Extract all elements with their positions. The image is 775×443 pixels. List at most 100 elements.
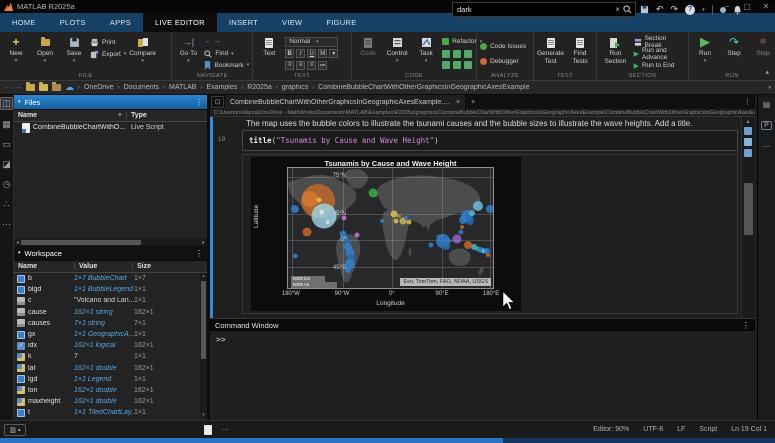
text-style-dropdown[interactable]: Normal▾ [285,37,338,47]
code-tool-icon[interactable] [464,50,472,58]
tab-figure[interactable]: FIGURE [314,13,368,32]
workspace-menu-icon[interactable]: ⋮ [195,249,203,258]
tsunami-bubble[interactable] [442,242,450,250]
code-block[interactable]: title("Tsunamis by Cause and Wave Height… [242,130,738,151]
search-input[interactable] [453,5,612,14]
more-panels-icon[interactable]: ⋯ [2,219,11,230]
text-button[interactable]: Text [256,34,282,70]
align-right-button[interactable]: ≡ [307,61,316,70]
files-panel-header[interactable]: ▾ Files ⋮ [14,95,207,109]
task-button[interactable]: Task▾ [413,34,439,70]
run-section-button[interactable]: Run Section [600,34,631,70]
save-icon[interactable] [640,5,649,14]
print-button[interactable]: Print [90,37,126,47]
browse-folder-icon[interactable] [52,84,61,91]
document-bar-icon[interactable]: ⊡ [211,96,224,108]
back-icon[interactable]: ← [204,38,211,45]
status-more-icon[interactable]: ⋯ [222,426,229,434]
tsunami-bubble[interactable] [316,198,321,203]
close-button[interactable]: ✕ [757,0,775,13]
align-center-button[interactable]: ≡ [296,61,305,70]
workspace-row-lgd[interactable]: lgd1×1 Legend1×1 [14,374,207,385]
search-icon[interactable] [623,5,632,14]
ws-col-name[interactable]: Name [14,263,74,270]
workspace-row-gx[interactable]: gx1×1 GeographicA...1×1 [14,329,207,340]
help-dropdown-icon[interactable]: ▾ [702,7,705,13]
hscroll-thumb[interactable] [21,240,141,245]
tsunami-bubble[interactable] [397,214,401,218]
clear-search-icon[interactable]: × [612,5,623,14]
align-left-button[interactable]: ≡ [285,61,294,70]
ws-col-value[interactable]: Value [74,263,132,270]
collapse-ribbon-icon[interactable]: ▴ [766,68,770,76]
workspace-panel-icon[interactable]: ▦ [2,119,11,130]
tsunami-bubble[interactable] [428,242,433,247]
file-row[interactable]: CombineBubbleChartWithO... Live Script [14,122,207,133]
scroll-left-icon[interactable]: ◂ [14,239,21,246]
address-dropdown-icon[interactable]: ▾ [768,85,771,91]
panel-layout-toggle[interactable]: ▥▴ [4,424,26,436]
workspace-row-t[interactable]: t1×1 TiledChartLay...1×1 [14,407,207,418]
editor-tab[interactable]: CombineBubbleChartWithOtherGraphicsInGeo… [225,95,465,109]
collapse-files-icon[interactable]: ▾ [18,99,21,105]
bookmark-button[interactable]: Bookmark▾ [204,60,249,70]
debugger-button[interactable]: Debugger [480,56,526,66]
nav-history-buttons[interactable]: ←→ [204,37,249,47]
tsunami-bubble[interactable] [459,216,467,224]
code-button[interactable]: Code [355,34,381,70]
new-folder-icon[interactable] [26,84,35,91]
goto-button[interactable]: →|Go To▾ [175,34,201,70]
tab-apps[interactable]: APPS [98,13,143,32]
command-window[interactable]: >> [210,331,755,420]
variable-panel-icon[interactable]: ◪ [2,159,11,170]
files-panel-icon[interactable]: ◫ [0,97,13,110]
files-menu-icon[interactable]: ⋮ [195,98,203,107]
workspace-row-blgd[interactable]: blgd1×1 BubbleLegend1×1 [14,284,207,295]
list-button[interactable]: ≔ [318,61,327,70]
open-button[interactable]: Open▾ [32,34,58,70]
profiler-panel-icon[interactable]: P [761,121,772,130]
code-tool-icon[interactable] [453,50,461,58]
figure-output[interactable]: Tsunamis by Cause and Wave Height Latitu… [251,157,521,311]
find-button[interactable]: Find▾ [204,49,249,59]
undo-icon[interactable]: ↶ [656,4,664,15]
code-tool-icon[interactable] [442,61,450,69]
help-icon[interactable]: ? [685,5,695,15]
vscroll-thumb[interactable] [201,281,206,359]
find-tests-button[interactable]: Find Tests [567,34,593,70]
tsunami-bubble[interactable] [486,253,490,257]
tsunami-bubble[interactable] [453,234,462,243]
forward-icon[interactable]: → [15,84,22,91]
monospace-button[interactable]: M [318,49,327,58]
projects-panel-icon[interactable]: ∴ [4,199,10,210]
tsunami-bubble[interactable] [291,205,299,213]
tsunami-bubble[interactable] [466,217,474,225]
tsunami-bubble[interactable] [355,232,360,237]
workspace-vscrollbar[interactable]: ▴ ▾ [200,273,207,418]
text-color-button[interactable]: ▾ [329,49,338,58]
section-break-button[interactable]: Section Break [634,37,685,47]
history-panel-icon[interactable]: ◷ [3,179,11,190]
breadcrumb-item[interactable]: R2025a [247,84,272,91]
forward-icon[interactable]: → [214,38,221,45]
breadcrumb-item[interactable]: MATLAB [169,84,197,91]
bold-button[interactable]: B [285,49,294,58]
breadcrumb-item[interactable]: Examples [206,84,237,91]
code-tool-icon[interactable] [453,61,461,69]
output-marker-icon[interactable] [744,149,752,157]
scroll-right-icon[interactable]: ▸ [200,239,207,246]
panel-box-icon[interactable]: ▭ [2,139,11,150]
tsunami-bubble[interactable] [394,219,399,224]
parent-folder-icon[interactable] [39,84,48,91]
tsunami-bubble[interactable] [326,220,330,224]
tsunami-bubble[interactable] [473,201,483,211]
tsunami-bubble[interactable] [292,253,297,258]
new-tab-button[interactable]: + [465,95,481,109]
scroll-down-icon[interactable]: ▾ [200,412,207,418]
breadcrumb-item[interactable]: CombineBubbleChartWithOtherGraphicsInGeo… [318,84,529,91]
tsunami-bubble[interactable] [460,225,464,229]
stop-button[interactable]: ■Stop [750,34,775,70]
scroll-up-icon[interactable]: ▴ [200,273,207,279]
files-hscrollbar[interactable]: ◂ ▸ [14,238,207,246]
workspace-row-idx[interactable]: idx162×1 logical162×1 [14,340,207,351]
